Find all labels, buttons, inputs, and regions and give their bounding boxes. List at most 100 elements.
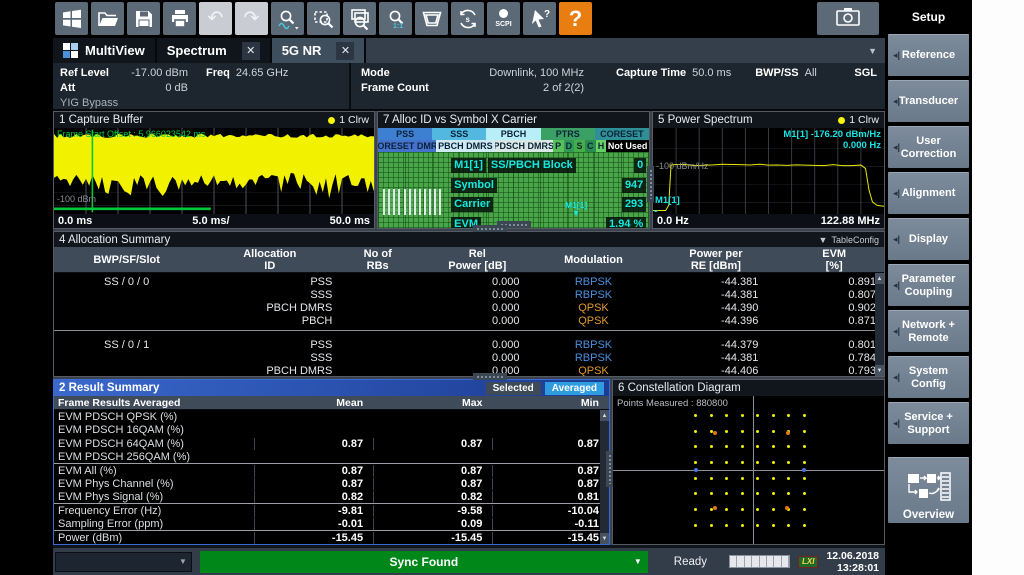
tab-5g-nr[interactable]: 5G NR✕: [272, 38, 367, 64]
bwp-ss-value[interactable]: All: [805, 67, 817, 79]
svg-text:?: ?: [544, 9, 550, 20]
zoom-1to1-button[interactable]: 1:1: [379, 2, 412, 35]
windows-icon: [60, 7, 84, 31]
frame-count-value[interactable]: 2 of 2(2): [466, 82, 584, 94]
allocation-scrollbar[interactable]: ▲ ▼: [875, 273, 884, 376]
scroll-up-icon[interactable]: ▲: [875, 273, 884, 284]
table-row[interactable]: EVM All (%)0.870.870.87: [54, 464, 609, 477]
softkey-reference[interactable]: ◂|Reference: [888, 34, 969, 76]
column-header-allocation[interactable]: Allocation ID: [199, 247, 340, 273]
tab-spectrum[interactable]: Spectrum✕: [157, 38, 272, 64]
splitter-handle[interactable]: [473, 225, 507, 232]
status-dropdown[interactable]: ▼: [55, 552, 192, 572]
print-button[interactable]: [163, 2, 196, 35]
column-header-evm[interactable]: EVM [%]: [784, 247, 884, 273]
view-tab-averaged[interactable]: Averaged: [545, 382, 604, 395]
help-button[interactable]: ?: [559, 2, 592, 35]
open-file-button[interactable]: [91, 2, 124, 35]
freq-value[interactable]: 24.65 GHz: [236, 67, 289, 79]
column-header-min[interactable]: Min: [492, 396, 609, 410]
column-header-mean[interactable]: Mean: [254, 396, 373, 410]
column-header-modulation[interactable]: Modulation: [540, 253, 648, 267]
table-row[interactable]: Frequency Error (Hz)-9.81-9.58-10.04: [54, 504, 609, 517]
view-tab-selected[interactable]: Selected: [486, 382, 541, 395]
display-window-icon: [420, 7, 444, 31]
scroll-down-icon[interactable]: ▼: [875, 365, 884, 376]
scroll-up-icon[interactable]: ▲: [600, 410, 609, 421]
softkey-transducer[interactable]: ◂|Transducer: [888, 80, 969, 122]
windows-button[interactable]: [55, 2, 88, 35]
column-header-frame-results-averaged[interactable]: Frame Results Averaged: [54, 396, 254, 410]
alloc-grid-plot[interactable]: M1[1]SS/PBCH Block0Symbol947M1[1]▼Carrie…: [378, 152, 649, 228]
softkey-parameter-coupling[interactable]: ◂|Parameter Coupling: [888, 264, 969, 306]
column-header-max[interactable]: Max: [373, 396, 492, 410]
table-row[interactable]: EVM PDSCH 16QAM (%): [54, 424, 609, 437]
table-row[interactable]: PBCH DMRS0.000QPSK-44.4060.793: [54, 364, 884, 376]
cell: 0.784: [784, 352, 884, 364]
splitter-handle[interactable]: [647, 166, 654, 202]
table-row[interactable]: EVM Phys Channel (%)0.870.870.87: [54, 477, 609, 490]
mode-value[interactable]: Downlink, 100 MHz: [466, 67, 584, 79]
capture-buffer-plot[interactable]: Frame Start Offset : 5.966023542 ms -100…: [54, 128, 374, 214]
scpi-button[interactable]: SCPI: [487, 2, 520, 35]
single-sweep-button[interactable]: s: [451, 2, 484, 35]
tab-multiview[interactable]: MultiView: [53, 38, 157, 64]
window-constellation[interactable]: 6 Constellation Diagram Points Measured …: [612, 379, 885, 545]
softkey-label: Parameter Coupling: [902, 273, 956, 299]
softkey-system-config[interactable]: ◂|System Config: [888, 356, 969, 398]
zoom-selection-icon: [312, 7, 336, 31]
table-row[interactable]: SS / 0 / 0PSS0.000RBPSK-44.3810.891: [54, 275, 884, 288]
overview-button[interactable]: Overview: [888, 457, 969, 523]
context-help-button[interactable]: ?: [523, 2, 556, 35]
table-row[interactable]: EVM PDSCH QPSK (%): [54, 410, 609, 423]
table-row[interactable]: Sampling Error (ppm)-0.010.09-0.11: [54, 518, 609, 531]
softkey-user-correction[interactable]: ◂|User Correction: [888, 126, 969, 168]
column-header-power-per[interactable]: Power per RE [dBm]: [647, 247, 784, 273]
att-value[interactable]: 0 dB: [118, 82, 188, 94]
window-power-spectrum[interactable]: 5 Power Spectrum 1 Clrw M1[1] -176.20 dB…: [652, 111, 885, 229]
close-icon[interactable]: ✕: [242, 42, 260, 60]
zoom-selection-button[interactable]: [307, 2, 340, 35]
constellation-point: [787, 445, 790, 448]
softkey-alignment[interactable]: ◂|Alignment: [888, 172, 969, 214]
window-allocation-summary[interactable]: 4 Allocation Summary ▼ TableConfig BWP/S…: [53, 231, 885, 377]
softkey-network-remote[interactable]: ◂|Network + Remote: [888, 310, 969, 352]
constellation-plot[interactable]: Points Measured : 880800: [613, 396, 884, 544]
table-row[interactable]: PBCH DMRS0.000QPSK-44.3900.902: [54, 301, 884, 314]
ref-level-value[interactable]: -17.00 dBm: [118, 67, 188, 79]
capture-time-value[interactable]: 50.0 ms: [692, 67, 731, 79]
tab-overflow-area[interactable]: ▼: [366, 38, 885, 64]
scroll-down-icon[interactable]: ▼: [600, 533, 609, 544]
table-row[interactable]: SS / 0 / 1PSS0.000RBPSK-44.3790.801: [54, 338, 884, 351]
points-measured-label: Points Measured : 880800: [617, 398, 728, 409]
softkey-service-support[interactable]: ◂|Service + Support: [888, 402, 969, 444]
table-row[interactable]: EVM Phys Signal (%)0.820.820.81: [54, 491, 609, 504]
softkey-display[interactable]: ◂|Display: [888, 218, 969, 260]
constellation-point: [756, 477, 759, 480]
window-alloc-id[interactable]: 7 Alloc ID vs Symbol X Carrier PSSSSSPBC…: [377, 111, 650, 229]
table-config-button[interactable]: ▼ TableConfig: [819, 235, 879, 245]
table-row[interactable]: EVM PDSCH 64QAM (%)0.870.870.87: [54, 437, 609, 450]
column-header-no-of[interactable]: No of RBs: [340, 247, 415, 273]
screenshot-button[interactable]: [817, 2, 879, 35]
table-row[interactable]: SSS0.000RBPSK-44.3810.784: [54, 351, 884, 364]
window-result-summary[interactable]: 2 Result Summary SelectedAveraged Frame …: [53, 379, 610, 545]
spectrum-x-start: 0.0 Hz: [657, 215, 689, 227]
table-row[interactable]: EVM PDSCH 256QAM (%): [54, 451, 609, 464]
column-header-rel[interactable]: Rel Power [dB]: [415, 247, 540, 273]
zoom-trace-button[interactable]: [271, 2, 304, 35]
result-table-header: Frame Results AveragedMeanMaxMin: [54, 396, 609, 410]
column-header-bwp-sf-slot[interactable]: BWP/SF/Slot: [54, 253, 199, 267]
save-button[interactable]: [127, 2, 160, 35]
power-spectrum-plot[interactable]: M1[1] -176.20 dBm/Hz 0.000 Hz -100 dBm/H…: [653, 128, 884, 214]
splitter-handle[interactable]: [606, 451, 613, 487]
table-row[interactable]: Power (dBm)-15.45-15.45-15.45: [54, 531, 609, 544]
table-row[interactable]: SSS0.000RBPSK-44.3810.807: [54, 288, 884, 301]
splitter-handle[interactable]: [473, 373, 507, 380]
table-row[interactable]: PBCH0.000QPSK-44.3960.871: [54, 314, 884, 327]
multi-zoom-button[interactable]: [343, 2, 376, 35]
sync-status-bar[interactable]: Sync Found ▼: [200, 551, 648, 573]
close-icon[interactable]: ✕: [336, 42, 354, 60]
window-capture-buffer[interactable]: 1 Capture Buffer 1 Clrw Frame Start Offs…: [53, 111, 375, 229]
display-window-button[interactable]: [415, 2, 448, 35]
